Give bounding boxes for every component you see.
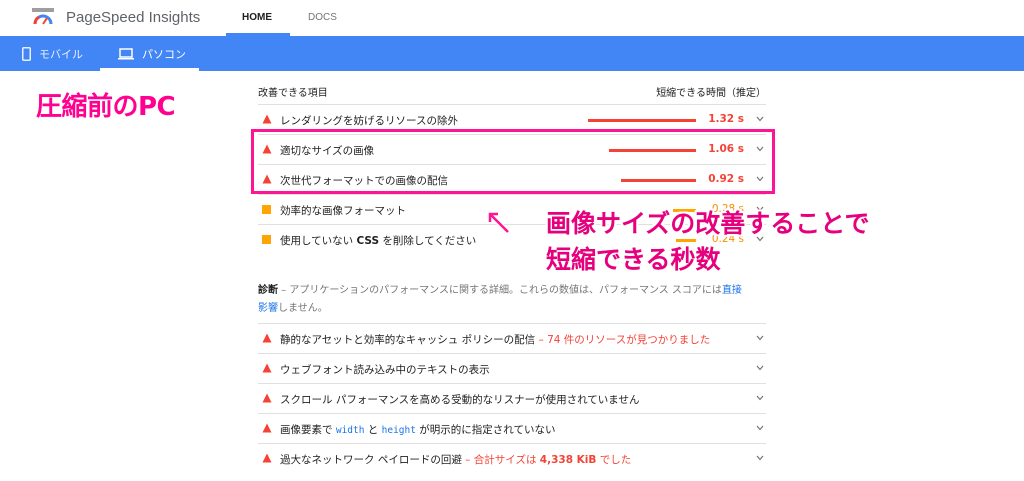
- annotation-before-compression: 圧縮前のPC: [36, 92, 176, 122]
- fail-triangle-icon: [262, 333, 272, 343]
- diagnostics-header: 診断 – アプリケーションのパフォーマンスに関する詳細。これらの数値は、パフォー…: [258, 282, 766, 318]
- diagnostic-label: スクロール パフォーマンスを高める受動的なリスナーが使用されていません: [280, 394, 640, 406]
- diagnostic-detail: – 74 件のリソースが見つかりました: [535, 334, 711, 346]
- diagnostic-label: 過大なネットワーク ペイロードの回避 – 合計サイズは 4,338 KiB でし…: [280, 452, 631, 467]
- diagnostic-row[interactable]: 過大なネットワーク ペイロードの回避 – 合計サイズは 4,338 KiB でし…: [258, 443, 766, 473]
- average-square-icon: [262, 235, 271, 244]
- diagnostic-label-text: 静的なアセットと効率的なキャッシュ ポリシーの配信: [280, 334, 536, 346]
- label-part: を削除してください: [379, 235, 477, 247]
- device-toggle-bar: モバイル パソコン: [0, 36, 1024, 71]
- width-code: width: [335, 425, 365, 436]
- phone-icon: [22, 47, 31, 61]
- tab-docs[interactable]: DOCS: [308, 12, 337, 23]
- opportunity-label: レンダリングを妨げるリソースの除外: [280, 115, 458, 127]
- annotation-arrow-icon: [487, 211, 510, 234]
- chevron-down-icon[interactable]: [756, 116, 764, 122]
- opportunities-header: 改善できる項目 短縮できる時間（推定）: [258, 84, 766, 99]
- diagnostic-row[interactable]: 静的なアセットと効率的なキャッシュ ポリシーの配信 – 74 件のリソースが見つ…: [258, 323, 766, 353]
- chevron-down-icon[interactable]: [756, 455, 764, 461]
- device-tab-desktop[interactable]: パソコン: [118, 46, 186, 62]
- device-tab-mobile[interactable]: モバイル: [22, 46, 83, 62]
- diagnostic-row[interactable]: ウェブフォント読み込み中のテキストの表示: [258, 353, 766, 383]
- label-part: 使用していない: [280, 235, 357, 247]
- savings-bar: [588, 119, 696, 122]
- diagnostics-description: – アプリケーションのパフォーマンスに関する詳細。これらの数値は、パフォーマンス…: [278, 285, 722, 296]
- diagnostics-title: 診断: [258, 285, 278, 296]
- average-square-icon: [262, 205, 271, 214]
- diagnostic-label: ウェブフォント読み込み中のテキストの表示: [280, 364, 490, 376]
- chevron-down-icon[interactable]: [756, 365, 764, 371]
- opportunity-label: 効率的な画像フォーマット: [280, 205, 406, 217]
- chevron-down-icon[interactable]: [756, 335, 764, 341]
- fail-triangle-icon: [262, 423, 272, 433]
- diagnostic-label: 静的なアセットと効率的なキャッシュ ポリシーの配信 – 74 件のリソースが見つ…: [280, 332, 710, 347]
- diagnostic-row[interactable]: 画像要素で width と height が明示的に指定されていない: [258, 413, 766, 443]
- height-code: height: [381, 425, 416, 436]
- top-header: PageSpeed Insights HOME DOCS: [0, 0, 1024, 36]
- tab-home[interactable]: HOME: [242, 12, 272, 23]
- device-tab-mobile-label: モバイル: [39, 48, 83, 61]
- annotation-line-1: 画像サイズの改善することで: [546, 209, 870, 238]
- css-keyword: CSS: [356, 235, 380, 247]
- opportunities-title: 改善できる項目: [258, 88, 328, 99]
- diagnostic-detail: でした: [596, 454, 632, 466]
- label-part: 画像要素で: [280, 424, 336, 436]
- label-part: と: [364, 424, 382, 436]
- annotation-highlight-box: [251, 129, 775, 194]
- app-title[interactable]: PageSpeed Insights: [66, 9, 200, 26]
- total-size-value: 4,338 KiB: [539, 454, 597, 466]
- fail-triangle-icon: [262, 114, 272, 124]
- diagnostic-detail: – 合計サイズは: [461, 454, 540, 466]
- chevron-down-icon[interactable]: [756, 425, 764, 431]
- diagnostic-row[interactable]: スクロール パフォーマンスを高める受動的なリスナーが使用されていません: [258, 383, 766, 413]
- annotation-image-size-savings: 画像サイズの改善することで 短縮できる秒数: [546, 206, 986, 278]
- diagnostic-label-text: 過大なネットワーク ペイロードの回避: [280, 454, 462, 466]
- active-device-indicator: [100, 68, 199, 71]
- fail-triangle-icon: [262, 363, 272, 373]
- fail-triangle-icon: [262, 393, 272, 403]
- savings-value: 1.32 s: [708, 113, 744, 125]
- diagnostic-label: 画像要素で width と height が明示的に指定されていない: [280, 422, 556, 437]
- label-part: が明示的に指定されていない: [415, 424, 556, 436]
- estimated-savings-label: 短縮できる時間（推定）: [656, 88, 766, 99]
- impact-link[interactable]: 影響: [258, 303, 278, 314]
- device-tab-desktop-label: パソコン: [142, 48, 186, 61]
- annotation-line-2: 短縮できる秒数: [546, 245, 721, 274]
- diagnostics-description-tail: しません。: [278, 303, 328, 314]
- chevron-down-icon[interactable]: [756, 395, 764, 401]
- pagespeed-logo-icon[interactable]: [32, 8, 54, 28]
- fail-triangle-icon: [262, 453, 272, 463]
- opportunity-label: 使用していない CSS を削除してください: [280, 233, 476, 248]
- laptop-icon: [118, 48, 134, 60]
- direct-link[interactable]: 直接: [722, 285, 742, 296]
